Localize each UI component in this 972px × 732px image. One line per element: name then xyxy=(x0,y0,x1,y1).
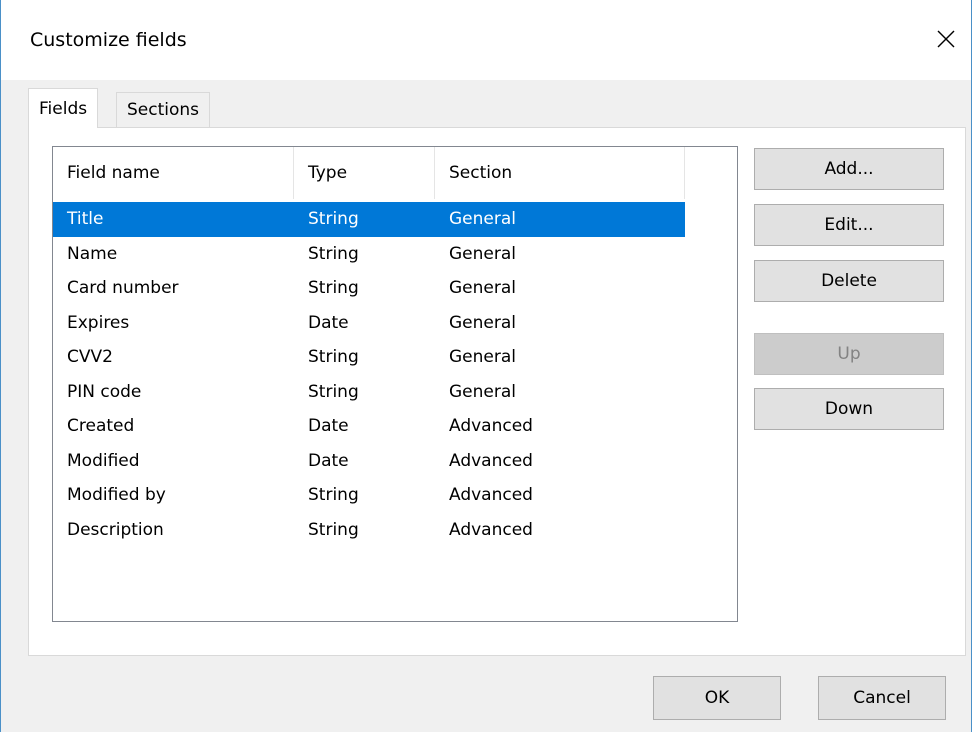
cell-field-name: Modified by xyxy=(67,485,166,506)
list-row[interactable]: Description String Advanced xyxy=(53,513,737,548)
add-button-label: Add... xyxy=(824,159,874,179)
move-up-button[interactable]: Up xyxy=(754,333,944,375)
cell-section: General xyxy=(449,347,516,368)
close-button[interactable] xyxy=(921,18,971,60)
fields-list[interactable]: Field name Type Section Title String Gen… xyxy=(52,146,738,622)
list-header: Field name Type Section xyxy=(53,147,685,199)
list-row[interactable]: Expires Date General xyxy=(53,306,737,341)
list-body: Title String General Name String General… xyxy=(53,202,737,547)
cell-type: String xyxy=(308,278,359,299)
list-row[interactable]: Title String General xyxy=(53,202,685,237)
tab-sections[interactable]: Sections xyxy=(116,92,211,127)
move-down-button-label: Down xyxy=(824,399,874,419)
cell-type: String xyxy=(308,347,359,368)
cell-section: General xyxy=(449,312,516,333)
column-header-field-name[interactable]: Field name xyxy=(53,147,294,199)
move-up-button-label: Up xyxy=(837,344,861,364)
list-row[interactable]: Created Date Advanced xyxy=(53,409,737,444)
cell-section: Advanced xyxy=(449,485,533,506)
cell-type: String xyxy=(308,519,359,540)
cell-type: Date xyxy=(308,416,349,437)
list-row[interactable]: CVV2 String General xyxy=(53,340,737,375)
list-row[interactable]: Modified by String Advanced xyxy=(53,478,737,513)
tab-fields[interactable]: Fields xyxy=(28,88,99,128)
cell-section: Advanced xyxy=(449,416,533,437)
cell-field-name: PIN code xyxy=(67,381,142,402)
tab-sections-label: Sections xyxy=(127,100,200,120)
cell-section: Advanced xyxy=(449,519,533,540)
dialog-title: Customize fields xyxy=(30,29,187,51)
list-row[interactable]: Modified Date Advanced xyxy=(53,444,737,479)
title-bar: Customize fields xyxy=(1,0,971,80)
cell-section: General xyxy=(449,278,516,299)
cell-section: General xyxy=(449,243,516,264)
cancel-button[interactable]: Cancel xyxy=(818,676,946,720)
column-label: Type xyxy=(308,163,348,183)
cell-field-name: Title xyxy=(67,209,104,230)
cancel-button-label: Cancel xyxy=(853,688,911,708)
cell-type: String xyxy=(308,243,359,264)
column-header-type[interactable]: Type xyxy=(294,147,435,199)
cell-field-name: CVV2 xyxy=(67,347,113,368)
ok-button[interactable]: OK xyxy=(653,676,781,720)
list-row[interactable]: Card number String General xyxy=(53,271,737,306)
cell-field-name: Created xyxy=(67,416,135,437)
column-label: Section xyxy=(449,163,513,183)
customize-fields-dialog: Customize fields Fields Sections Field n… xyxy=(0,0,972,732)
cell-type: Date xyxy=(308,312,349,333)
column-header-section[interactable]: Section xyxy=(435,147,685,199)
cell-type: String xyxy=(308,209,359,230)
cell-field-name: Description xyxy=(67,519,164,540)
cell-section: General xyxy=(449,209,516,230)
close-icon xyxy=(937,30,955,48)
cell-section: Advanced xyxy=(449,450,533,471)
cell-type: String xyxy=(308,485,359,506)
edit-button[interactable]: Edit... xyxy=(754,204,944,246)
cell-field-name: Card number xyxy=(67,278,179,299)
cell-section: General xyxy=(449,381,516,402)
cell-field-name: Name xyxy=(67,243,118,264)
cell-field-name: Modified xyxy=(67,450,140,471)
move-down-button[interactable]: Down xyxy=(754,388,944,430)
cell-type: Date xyxy=(308,450,349,471)
list-row[interactable]: Name String General xyxy=(53,237,737,272)
delete-button[interactable]: Delete xyxy=(754,260,944,302)
delete-button-label: Delete xyxy=(821,271,877,291)
edit-button-label: Edit... xyxy=(824,215,874,235)
column-label: Field name xyxy=(67,163,160,183)
add-button[interactable]: Add... xyxy=(754,148,944,190)
cell-field-name: Expires xyxy=(67,312,130,333)
ok-button-label: OK xyxy=(704,688,730,708)
tab-fields-label: Fields xyxy=(39,98,88,119)
cell-type: String xyxy=(308,381,359,402)
list-row[interactable]: PIN code String General xyxy=(53,375,737,410)
